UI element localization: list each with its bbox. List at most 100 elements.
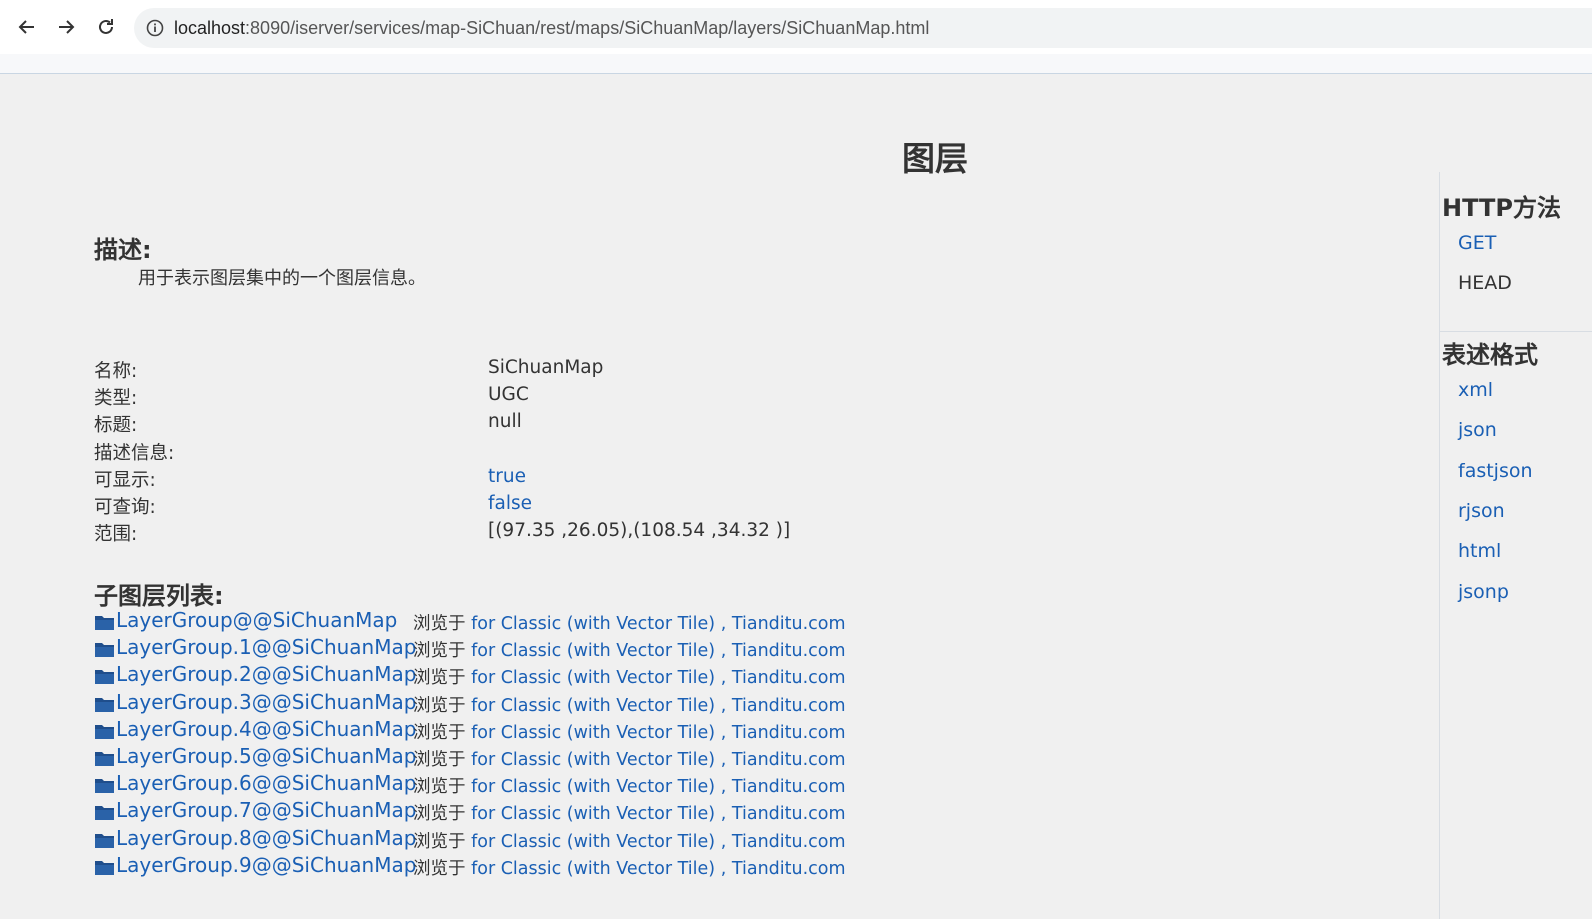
separator: , xyxy=(720,614,727,634)
tianditu-link[interactable]: Tianditu.com xyxy=(732,777,846,797)
property-value[interactable]: false xyxy=(488,493,532,514)
reload-button[interactable] xyxy=(93,14,119,40)
tianditu-link[interactable]: Tianditu.com xyxy=(732,723,846,743)
browse-options: 浏览于 for Classic (with Vector Tile) , Tia… xyxy=(413,828,846,853)
property-label: 标题: xyxy=(94,415,138,437)
tianditu-link[interactable]: Tianditu.com xyxy=(732,804,846,824)
format-link-html[interactable]: html xyxy=(1458,540,1501,562)
browse-options: 浏览于 for Classic (with Vector Tile) , Tia… xyxy=(413,800,846,825)
separator: , xyxy=(720,641,727,662)
tianditu-link[interactable]: Tianditu.com xyxy=(732,668,846,688)
description-text: 用于表示图层集中的一个图层信息。 xyxy=(138,268,426,289)
browse-prefix: 浏览于 xyxy=(413,858,466,879)
classic-link[interactable]: for Classic (with Vector Tile) xyxy=(471,804,715,824)
sublayer-link[interactable]: LayerGroup.9@@SiChuanMap xyxy=(116,853,416,877)
property-value: SiChuanMap xyxy=(488,357,604,378)
browse-prefix: 浏览于 xyxy=(413,722,466,743)
property-value: null xyxy=(488,411,522,433)
browse-options: 浏览于 for Classic (with Vector Tile) , Tia… xyxy=(413,719,846,744)
http-methods-heading: HTTP方法 xyxy=(1442,194,1561,222)
property-label: 可查询: xyxy=(94,496,156,518)
separator: , xyxy=(720,695,727,716)
classic-link[interactable]: for Classic (with Vector Tile) xyxy=(471,668,715,688)
right-sidebar: HTTP方法 表述格式 GET HEAD xml json fastjson rjson h… xyxy=(1439,172,1592,919)
tianditu-link[interactable]: Tianditu.com xyxy=(732,832,846,852)
classic-link[interactable]: for Classic (with Vector Tile) xyxy=(471,859,715,879)
folder-icon xyxy=(95,806,114,821)
http-method-get[interactable]: GET xyxy=(1458,232,1496,254)
sublayer-link[interactable]: LayerGroup.4@@SiChuanMap xyxy=(116,717,416,741)
sublayer-link[interactable]: LayerGroup.5@@SiChuanMap xyxy=(116,744,416,768)
folder-icon xyxy=(95,643,114,658)
browse-prefix: 浏览于 xyxy=(413,777,466,798)
arrow-left-icon xyxy=(18,20,34,34)
separator: , xyxy=(720,668,727,689)
browse-options: 浏览于 for Classic (with Vector Tile) , Tia… xyxy=(413,692,846,717)
classic-link[interactable]: for Classic (with Vector Tile) xyxy=(471,750,715,770)
browse-options: 浏览于 for Classic (with Vector Tile) , Tia… xyxy=(413,773,846,798)
folder-icon xyxy=(95,751,114,766)
browse-options: 浏览于 for Classic (with Vector Tile) , Tia… xyxy=(413,637,846,662)
separator: , xyxy=(720,858,727,879)
formats-heading: 表述格式 xyxy=(1442,341,1538,369)
tianditu-link[interactable]: Tianditu.com xyxy=(732,859,846,879)
folder-icon xyxy=(95,616,114,630)
folder-icon xyxy=(95,860,114,875)
address-bar[interactable]: localhost:8090/iserver/services/map-SiCh… xyxy=(134,8,1592,48)
classic-link[interactable]: for Classic (with Vector Tile) xyxy=(471,723,715,743)
tianditu-link[interactable]: Tianditu.com xyxy=(732,614,846,634)
folder-icon xyxy=(95,697,114,712)
property-label: 可显示: xyxy=(94,469,156,491)
browse-options: 浏览于 for Classic (with Vector Tile) , Tia… xyxy=(413,855,846,880)
back-button[interactable] xyxy=(14,14,40,40)
sublayer-link[interactable]: LayerGroup.6@@SiChuanMap xyxy=(116,771,416,795)
sublayer-link[interactable]: LayerGroup.3@@SiChuanMap xyxy=(116,690,416,714)
classic-link[interactable]: for Classic (with Vector Tile) xyxy=(471,614,715,634)
folder-icon xyxy=(95,670,114,685)
property-label: 描述信息: xyxy=(94,442,175,464)
tianditu-link[interactable]: Tianditu.com xyxy=(732,696,846,716)
browse-prefix: 浏览于 xyxy=(413,668,466,689)
format-link-xml[interactable]: xml xyxy=(1458,379,1493,401)
classic-link[interactable]: for Classic (with Vector Tile) xyxy=(471,696,715,716)
classic-link[interactable]: for Classic (with Vector Tile) xyxy=(471,832,715,852)
description-heading: 描述: xyxy=(94,236,152,264)
http-method-head: HEAD xyxy=(1458,272,1512,294)
browse-options: 浏览于 for Classic (with Vector Tile) , Tia… xyxy=(413,610,846,635)
format-link-jsonp[interactable]: jsonp xyxy=(1458,581,1509,603)
separator: , xyxy=(720,831,727,852)
classic-link[interactable]: for Classic (with Vector Tile) xyxy=(471,641,715,661)
arrow-right-icon xyxy=(59,20,75,34)
browse-options: 浏览于 for Classic (with Vector Tile) , Tia… xyxy=(413,746,846,771)
property-label: 范围: xyxy=(94,524,138,546)
info-icon[interactable] xyxy=(146,19,164,37)
page-header-strip xyxy=(0,54,1592,74)
separator: , xyxy=(720,722,727,743)
sublayer-link[interactable]: LayerGroup.8@@SiChuanMap xyxy=(116,826,416,850)
folder-icon xyxy=(95,833,114,848)
classic-link[interactable]: for Classic (with Vector Tile) xyxy=(471,777,715,797)
url-text[interactable]: localhost:8090/iserver/services/map-SiCh… xyxy=(174,18,929,39)
format-link-json[interactable]: json xyxy=(1458,419,1497,441)
property-value: UGC xyxy=(488,384,529,406)
browse-prefix: 浏览于 xyxy=(413,804,466,825)
separator: , xyxy=(720,804,727,825)
sublayer-link[interactable]: LayerGroup.7@@SiChuanMap xyxy=(116,798,416,822)
folder-icon xyxy=(95,724,114,739)
reload-icon xyxy=(99,19,113,34)
property-label: 类型: xyxy=(94,388,138,410)
sublayer-link[interactable]: LayerGroup.2@@SiChuanMap xyxy=(116,662,416,686)
format-link-fastjson[interactable]: fastjson xyxy=(1458,460,1533,482)
sidebar-divider xyxy=(1440,331,1592,332)
sublayer-link[interactable]: LayerGroup.1@@SiChuanMap xyxy=(116,635,416,659)
format-link-rjson[interactable]: rjson xyxy=(1458,500,1505,522)
url-path: :8090/iserver/services/map-SiChuan/rest/… xyxy=(245,17,930,38)
sublayer-link[interactable]: LayerGroup@@SiChuanMap xyxy=(116,608,397,632)
tianditu-link[interactable]: Tianditu.com xyxy=(732,641,846,661)
property-label: 名称: xyxy=(94,361,138,382)
tianditu-link[interactable]: Tianditu.com xyxy=(732,750,846,770)
property-value: [(97.35 ,26.05),(108.54 ,34.32 )] xyxy=(488,520,791,542)
property-value[interactable]: true xyxy=(488,466,526,487)
forward-button[interactable] xyxy=(53,14,79,40)
browse-prefix: 浏览于 xyxy=(413,831,466,852)
